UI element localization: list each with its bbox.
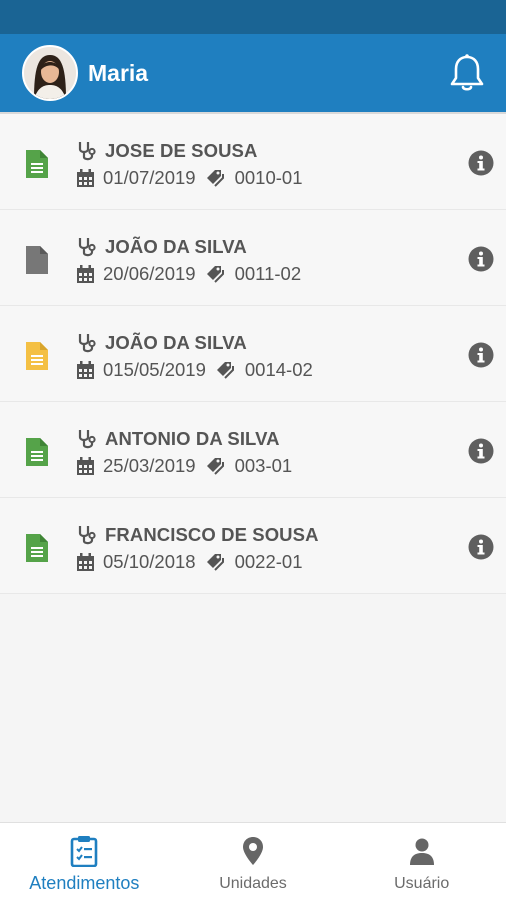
stethoscope-icon bbox=[78, 334, 96, 353]
status-bar bbox=[0, 0, 506, 34]
document-green-icon bbox=[26, 438, 48, 466]
info-icon[interactable] bbox=[468, 342, 494, 368]
tags-icon bbox=[206, 457, 224, 475]
tags-icon bbox=[206, 553, 224, 571]
appointment-item[interactable]: FRANCISCO DE SOUSA 05/10/2018 0022-01 bbox=[0, 498, 506, 594]
stethoscope-icon bbox=[78, 238, 96, 257]
calendar-icon bbox=[77, 553, 94, 571]
appointment-item[interactable]: JOÃO DA SILVA 015/05/2019 0014-02 bbox=[0, 306, 506, 402]
nav-label-unidades: Unidades bbox=[219, 875, 287, 892]
patient-name: JOÃO DA SILVA bbox=[105, 332, 247, 353]
bottom-nav: Atendimentos Unidades Usuário bbox=[0, 822, 506, 900]
appointment-code: 0011-02 bbox=[234, 263, 302, 284]
info-icon[interactable] bbox=[468, 438, 494, 464]
calendar-icon bbox=[77, 169, 94, 187]
nav-label-atendimentos: Atendimentos bbox=[29, 873, 140, 893]
calendar-icon bbox=[77, 457, 94, 475]
appointment-date: 01/07/2019 bbox=[103, 167, 196, 188]
stethoscope-icon bbox=[78, 430, 96, 449]
nav-item-usuario[interactable]: Usuário bbox=[337, 823, 506, 900]
appointment-code: 003-01 bbox=[234, 455, 293, 476]
tags-icon bbox=[216, 361, 234, 379]
info-icon[interactable] bbox=[468, 246, 494, 272]
calendar-icon bbox=[77, 361, 94, 379]
user-icon bbox=[409, 838, 434, 865]
appointment-item[interactable]: JOÃO DA SILVA 20/06/2019 0011-02 bbox=[0, 210, 506, 306]
user-name: Maria bbox=[88, 59, 149, 86]
stethoscope-icon bbox=[78, 526, 96, 545]
appointment-list: JOSE DE SOUSA 01/07/2019 0010-01 JOÃO DA… bbox=[0, 114, 506, 594]
appointment-code: 0014-02 bbox=[244, 359, 313, 380]
appointment-code: 0010-01 bbox=[234, 167, 303, 188]
tags-icon bbox=[206, 265, 224, 283]
patient-name: ANTONIO DA SILVA bbox=[105, 428, 280, 449]
calendar-icon bbox=[77, 265, 94, 283]
patient-name: JOSE DE SOUSA bbox=[105, 140, 258, 161]
document-gray-icon bbox=[26, 246, 48, 274]
appointment-date: 25/03/2019 bbox=[103, 455, 196, 476]
info-icon[interactable] bbox=[468, 150, 494, 176]
app-header: Maria bbox=[0, 34, 506, 112]
bell-icon[interactable] bbox=[448, 53, 486, 93]
document-yellow-icon bbox=[26, 342, 48, 370]
document-green-icon bbox=[26, 534, 48, 562]
appointment-date: 20/06/2019 bbox=[103, 263, 196, 284]
nav-item-atendimentos[interactable]: Atendimentos bbox=[0, 823, 169, 900]
appointment-date: 05/10/2018 bbox=[103, 551, 196, 572]
document-green-icon bbox=[26, 150, 48, 178]
info-icon[interactable] bbox=[468, 534, 494, 560]
appointment-item[interactable]: JOSE DE SOUSA 01/07/2019 0010-01 bbox=[0, 114, 506, 210]
patient-name: FRANCISCO DE SOUSA bbox=[105, 524, 319, 545]
appointment-date: 015/05/2019 bbox=[103, 359, 206, 380]
patient-name: JOÃO DA SILVA bbox=[105, 236, 247, 257]
stethoscope-icon bbox=[78, 142, 96, 161]
nav-label-usuario: Usuário bbox=[394, 875, 450, 892]
map-pin-icon bbox=[243, 837, 263, 865]
clipboard-list-icon bbox=[71, 836, 98, 867]
avatar[interactable] bbox=[22, 45, 78, 101]
appointment-code: 0022-01 bbox=[234, 551, 303, 572]
tags-icon bbox=[206, 169, 224, 187]
nav-item-unidades[interactable]: Unidades bbox=[169, 823, 338, 900]
appointment-item[interactable]: ANTONIO DA SILVA 25/03/2019 003-01 bbox=[0, 402, 506, 498]
